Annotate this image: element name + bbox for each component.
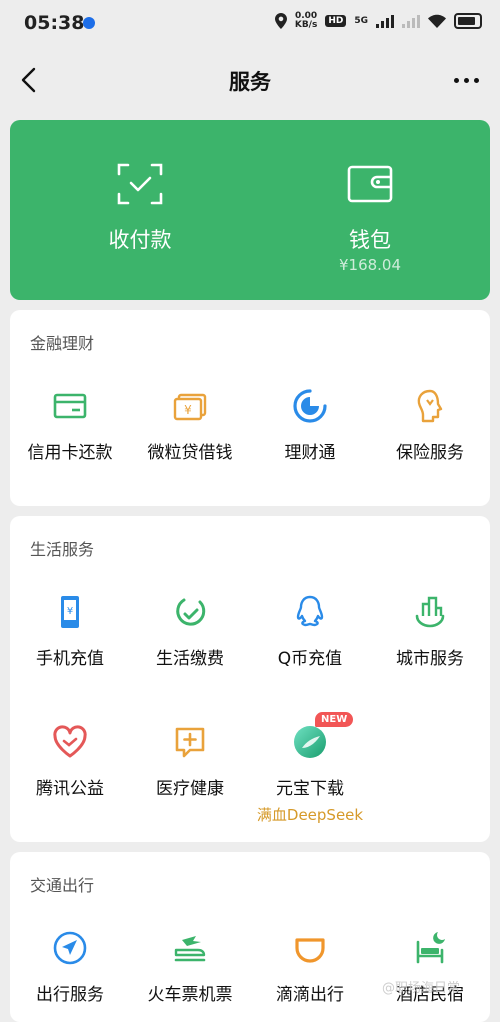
wallet-button[interactable]: 钱包 ¥168.04 xyxy=(250,120,490,300)
charity-icon xyxy=(53,725,87,758)
finance-item-label: 保险服务 xyxy=(396,443,464,463)
medical-icon xyxy=(175,727,205,758)
didi-icon xyxy=(295,938,325,963)
finance-item-label: 信用卡还款 xyxy=(27,443,113,463)
pay-button[interactable]: 收付款 xyxy=(20,120,260,300)
battery-icon xyxy=(454,13,482,29)
life-item-label: 元宝下载 xyxy=(276,779,344,799)
status-bar: 05:38 0.00 KB/s HD 5G xyxy=(0,0,500,46)
new-badge: NEW xyxy=(315,712,354,727)
pay-label: 收付款 xyxy=(108,228,172,252)
scan-pay-icon xyxy=(117,163,163,205)
hd-badge: HD xyxy=(325,15,347,27)
wallet-icon xyxy=(347,165,393,203)
life-item-label: Q币充值 xyxy=(277,649,343,669)
life-section: 生活服务 ¥ 手机充值 生活缴费 Q币充值 城市服务 腾讯公益 医疗健康 NEW… xyxy=(10,516,490,842)
section-title: 生活服务 xyxy=(30,540,95,559)
section-title: 交通出行 xyxy=(30,876,95,895)
qq-coin-icon xyxy=(296,595,324,627)
mobile-topup-icon: ¥ xyxy=(61,596,79,628)
transport-item-label: 滴滴出行 xyxy=(276,985,344,1005)
watermark: @职场海日常 xyxy=(381,981,460,996)
notification-icon xyxy=(83,17,95,29)
licaitong-icon xyxy=(293,389,327,423)
svg-text:¥: ¥ xyxy=(184,403,192,417)
svg-text:¥: ¥ xyxy=(67,606,73,617)
nav-bar: 服务 xyxy=(0,50,500,110)
wallet-label: 钱包 xyxy=(349,228,391,252)
hotel-icon xyxy=(416,932,445,964)
transport-item-label: 火车票机票 xyxy=(147,985,233,1005)
credit-card-icon xyxy=(53,393,87,419)
wallet-card: 收付款 钱包 ¥168.04 xyxy=(10,120,490,300)
city-service-icon xyxy=(415,596,445,628)
signal-icon xyxy=(376,14,394,28)
insurance-icon xyxy=(417,389,443,423)
utility-bill-icon xyxy=(176,598,206,626)
finance-item-label: 理财通 xyxy=(284,443,336,463)
transport-item-label: 出行服务 xyxy=(36,985,104,1005)
life-item-label: 手机充值 xyxy=(36,649,104,669)
yuanbao-icon xyxy=(294,726,326,758)
page-title: 服务 xyxy=(229,70,271,94)
finance-section: 金融理财 信用卡还款 ¥ 微粒贷借钱 理财通 保险服务 xyxy=(10,310,490,506)
wifi-icon xyxy=(428,14,446,28)
life-item-label: 腾讯公益 xyxy=(36,779,104,799)
status-icons: 0.00 KB/s HD 5G xyxy=(274,11,482,30)
life-item-label: 城市服务 xyxy=(396,649,464,669)
finance-item-label: 微粒贷借钱 xyxy=(147,443,233,463)
signal-icon-2 xyxy=(402,14,420,28)
loan-icon: ¥ xyxy=(173,393,207,421)
life-item-sublabel: 满血DeepSeek xyxy=(256,806,364,824)
train-plane-icon xyxy=(174,936,206,962)
life-item-label: 生活缴费 xyxy=(156,649,224,669)
wallet-balance: ¥168.04 xyxy=(338,256,402,274)
transport-section: 交通出行 出行服务 火车票机票 滴滴出行 酒店民宿 xyxy=(10,852,490,1022)
travel-icon xyxy=(53,931,87,965)
life-item-label: 医疗健康 xyxy=(156,779,224,799)
more-button[interactable] xyxy=(450,68,482,92)
section-title: 金融理财 xyxy=(30,334,95,353)
location-icon xyxy=(274,13,287,29)
network-type: 5G xyxy=(354,16,368,26)
status-time: 05:38 xyxy=(24,12,85,34)
network-speed: 0.00 KB/s xyxy=(294,11,318,30)
